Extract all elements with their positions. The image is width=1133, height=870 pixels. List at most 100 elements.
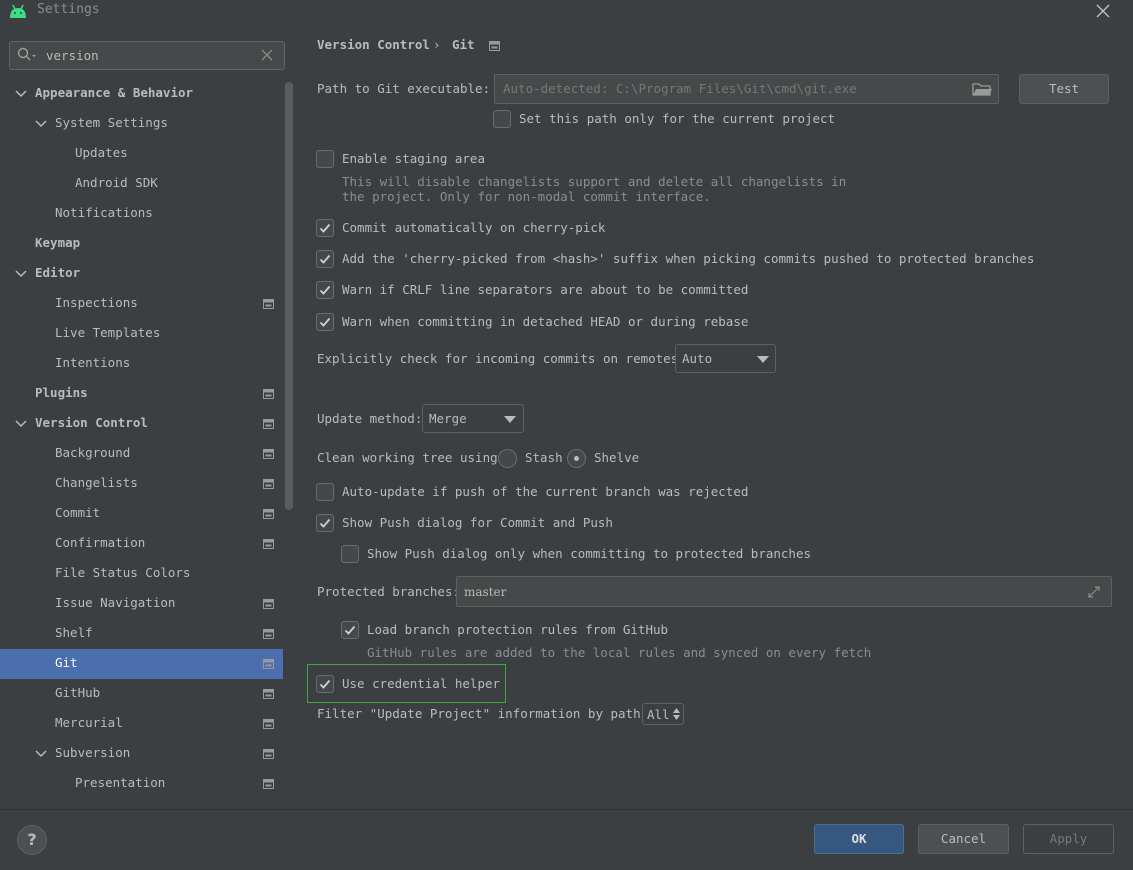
project-only-checkbox[interactable] [493,110,511,128]
close-icon[interactable] [1094,2,1112,20]
sidebar-item-android-sdk[interactable]: Android SDK [0,169,283,199]
sidebar-item-git[interactable]: Git [0,649,283,679]
chevron-down-icon[interactable] [15,418,27,430]
sidebar-item-label: Version Control [35,415,148,430]
sidebar-item-label: Commit [55,505,101,520]
folder-icon[interactable] [972,81,992,97]
sidebar-item-label: Appearance & Behavior [35,85,194,100]
staging-hint-2: the project. Only for non-modal commit i… [342,189,711,204]
sidebar-item-intentions[interactable]: Intentions [0,349,283,379]
update-method-dropdown[interactable]: Merge [422,404,524,433]
chevron-down-icon[interactable] [15,88,27,100]
sidebar-item-label: GitHub [55,685,101,700]
sidebar-item-inspections[interactable]: Inspections [0,289,283,319]
sidebar-item-file-status-colors[interactable]: File Status Colors [0,559,283,589]
sidebar-item-version-control[interactable]: Version Control [0,409,283,439]
sidebar-item-label: Subversion [55,745,131,760]
sidebar-item-changelists[interactable]: Changelists [0,469,283,499]
chevron-down-icon[interactable] [35,748,47,760]
incoming-dropdown[interactable]: Auto [675,344,776,373]
updown-icon [673,708,680,720]
credential-helper-checkbox[interactable] [316,675,334,693]
protected-branches-field[interactable] [456,576,1112,607]
apply-button[interactable]: Apply [1023,824,1114,854]
breadcrumb-current: Git [452,37,475,52]
staging-hint-1: This will disable changelists support an… [342,174,847,189]
sidebar-item-presentation[interactable]: Presentation [0,769,283,799]
sidebar-item-keymap[interactable]: Keymap [0,229,283,259]
push-protected-only-checkbox[interactable] [341,545,359,563]
staging-checkbox[interactable] [316,150,334,168]
sidebar-item-plugins[interactable]: Plugins [0,379,283,409]
show-push-label: Show Push dialog for Commit and Push [342,515,613,530]
project-scope-icon [263,779,274,789]
sidebar-item-system-settings[interactable]: System Settings [0,109,283,139]
sidebar-item-label: Android SDK [75,175,158,190]
sidebar-item-label: Git [55,655,78,670]
clear-search-icon[interactable] [261,49,273,61]
shelve-radio[interactable] [567,449,586,468]
credential-helper-label: Use credential helper [342,676,501,691]
project-scope-icon [263,419,274,429]
sidebar-item-label: Live Templates [55,325,161,340]
sidebar-item-label: File Status Colors [55,565,191,580]
project-only-label: Set this path only for the current proje… [519,111,836,126]
sidebar-item-label: System Settings [55,115,168,130]
sidebar-item-appearance-behavior[interactable]: Appearance & Behavior [0,79,283,109]
sidebar-item-mercurial[interactable]: Mercurial [0,709,283,739]
sidebar-item-notifications[interactable]: Notifications [0,199,283,229]
sidebar-item-label: Background [55,445,131,460]
project-scope-icon [263,479,274,489]
sidebar-item-background[interactable]: Background [0,439,283,469]
sidebar-item-label: Issue Navigation [55,595,176,610]
project-scope-icon [263,719,274,729]
stash-label: Stash [525,450,563,465]
protected-branches-label: Protected branches: [317,584,460,599]
help-button[interactable]: ? [17,825,47,855]
incoming-value: Auto [682,351,713,366]
detached-head-checkbox[interactable] [316,313,334,331]
load-rules-hint: GitHub rules are added to the local rule… [367,645,872,660]
filter-paths-dropdown[interactable]: All [642,703,684,725]
crlf-checkbox[interactable] [316,281,334,299]
project-scope-icon [263,629,274,639]
sidebar-item-updates[interactable]: Updates [0,139,283,169]
sidebar-item-shelf[interactable]: Shelf [0,619,283,649]
shelve-label: Shelve [594,450,640,465]
project-scope-icon [263,509,274,519]
project-scope-icon [263,449,274,459]
sidebar-item-github[interactable]: GitHub [0,679,283,709]
sidebar-item-subversion[interactable]: Subversion [0,739,283,769]
sidebar-scrollbar[interactable] [285,82,293,510]
sidebar-item-confirmation[interactable]: Confirmation [0,529,283,559]
chevron-down-icon[interactable] [35,118,47,130]
search-input[interactable] [46,46,246,64]
project-scope-icon [263,389,274,399]
show-push-checkbox[interactable] [316,514,334,532]
sidebar-item-label: Shelf [55,625,93,640]
cherry-pick-label: Commit automatically on cherry-pick [342,220,606,235]
expand-icon[interactable] [1086,584,1102,600]
stash-radio[interactable] [498,449,517,468]
auto-update-checkbox[interactable] [316,483,334,501]
breadcrumb-parent[interactable]: Version Control [317,37,430,52]
sidebar-item-commit[interactable]: Commit [0,499,283,529]
load-rules-checkbox[interactable] [341,621,359,639]
sidebar-item-editor[interactable]: Editor [0,259,283,289]
search-icon[interactable] [17,47,37,63]
sidebar-item-label: Intentions [55,355,131,370]
git-path-label: Path to Git executable: [317,81,491,96]
incoming-label: Explicitly check for incoming commits on… [317,351,686,366]
sidebar-item-live-templates[interactable]: Live Templates [0,319,283,349]
test-button[interactable]: Test [1019,74,1109,104]
cherry-pick-checkbox[interactable] [316,219,334,237]
cherry-suffix-checkbox[interactable] [316,250,334,268]
cancel-button[interactable]: Cancel [918,824,1009,854]
ok-button[interactable]: OK [814,824,904,854]
chevron-down-icon [504,416,516,423]
sidebar-item-label: Notifications [55,205,153,220]
sidebar-item-issue-navigation[interactable]: Issue Navigation [0,589,283,619]
android-logo-icon [10,4,26,18]
chevron-down-icon[interactable] [15,268,27,280]
sidebar-item-label: Keymap [35,235,81,250]
